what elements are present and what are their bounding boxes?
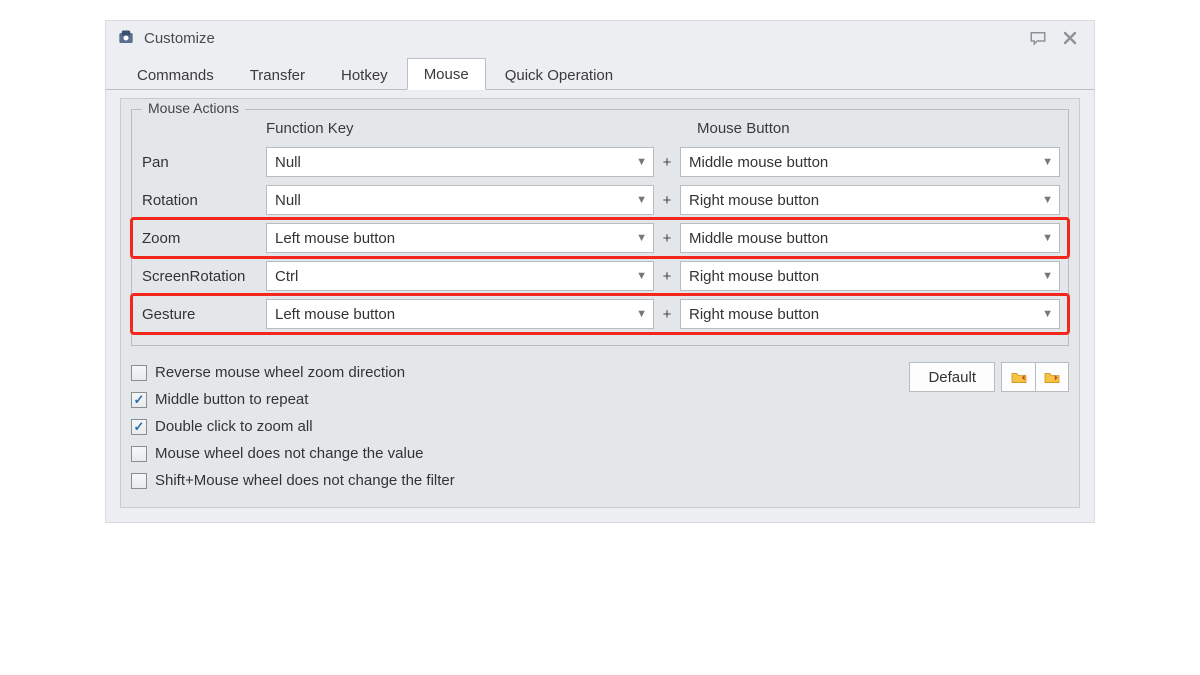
reverse-wheel-label: Reverse mouse wheel zoom direction: [155, 364, 405, 381]
row-pan: Pan Null ▼ + Middle mouse button ▼: [132, 143, 1068, 181]
tab-bar: Commands Transfer Hotkey Mouse Quick Ope…: [106, 53, 1094, 90]
mouse-actions-fieldset: Mouse Actions Function Key Mouse Button …: [131, 109, 1069, 346]
chevron-down-icon: ▼: [1042, 270, 1053, 282]
header-mouse-button: Mouse Button: [691, 120, 1060, 137]
options-list: Reverse mouse wheel zoom direction Defau…: [121, 356, 1079, 507]
pan-mouse-button-select[interactable]: Middle mouse button ▼: [680, 147, 1060, 177]
mouse-panel: Mouse Actions Function Key Mouse Button …: [120, 98, 1080, 508]
plus-label: +: [654, 306, 680, 323]
plus-label: +: [654, 268, 680, 285]
plus-label: +: [654, 192, 680, 209]
folder-export-icon: [1043, 370, 1061, 384]
zoom-function-key-select[interactable]: Left mouse button ▼: [266, 223, 654, 253]
tab-quick-operation[interactable]: Quick Operation: [488, 59, 630, 90]
tab-hotkey[interactable]: Hotkey: [324, 59, 405, 90]
right-buttons: Default: [909, 362, 1069, 392]
export-button[interactable]: [1035, 362, 1069, 392]
double-click-zoom-label: Double click to zoom all: [155, 418, 313, 435]
shift-wheel-no-filter-label: Shift+Mouse wheel does not change the fi…: [155, 472, 455, 489]
chevron-down-icon: ▼: [1042, 232, 1053, 244]
double-click-zoom-checkbox[interactable]: [131, 419, 147, 435]
option-middle-repeat-row: Middle button to repeat: [131, 391, 1069, 408]
pan-function-key-select[interactable]: Null ▼: [266, 147, 654, 177]
folder-import-icon: [1010, 370, 1028, 384]
gesture-function-key-select[interactable]: Left mouse button ▼: [266, 299, 654, 329]
customize-window: Customize Commands Transfer Hotkey Mouse…: [105, 20, 1095, 523]
screenrotation-function-key-select[interactable]: Ctrl ▼: [266, 261, 654, 291]
feedback-button[interactable]: [1024, 27, 1052, 49]
chevron-down-icon: ▼: [636, 194, 647, 206]
row-screenrotation: ScreenRotation Ctrl ▼ + Right mouse butt…: [132, 257, 1068, 295]
row-rotation: Rotation Null ▼ + Right mouse button ▼: [132, 181, 1068, 219]
titlebar: Customize: [106, 21, 1094, 53]
mouse-actions-legend: Mouse Actions: [142, 100, 245, 116]
row-label: Gesture: [138, 306, 266, 323]
row-label: Zoom: [138, 230, 266, 247]
close-button[interactable]: [1056, 27, 1084, 49]
chevron-down-icon: ▼: [1042, 308, 1053, 320]
tab-mouse[interactable]: Mouse: [407, 58, 486, 90]
rotation-mouse-button-select[interactable]: Right mouse button ▼: [680, 185, 1060, 215]
screenrotation-mouse-button-select[interactable]: Right mouse button ▼: [680, 261, 1060, 291]
row-gesture: Gesture Left mouse button ▼ + Right mous…: [132, 295, 1068, 333]
window-title: Customize: [144, 30, 1020, 47]
column-headers: Function Key Mouse Button: [132, 116, 1068, 143]
row-zoom: Zoom Left mouse button ▼ + Middle mouse …: [132, 219, 1068, 257]
row-label: Rotation: [138, 192, 266, 209]
reverse-wheel-checkbox[interactable]: [131, 365, 147, 381]
option-shift-wheel-no-filter-row: Shift+Mouse wheel does not change the fi…: [131, 472, 1069, 489]
plus-label: +: [654, 230, 680, 247]
tab-commands[interactable]: Commands: [120, 59, 231, 90]
gesture-mouse-button-select[interactable]: Right mouse button ▼: [680, 299, 1060, 329]
zoom-mouse-button-select[interactable]: Middle mouse button ▼: [680, 223, 1060, 253]
chevron-down-icon: ▼: [636, 270, 647, 282]
chevron-down-icon: ▼: [1042, 156, 1053, 168]
default-button[interactable]: Default: [909, 362, 995, 392]
wheel-no-value-label: Mouse wheel does not change the value: [155, 445, 424, 462]
shift-wheel-no-filter-checkbox[interactable]: [131, 473, 147, 489]
wheel-no-value-checkbox[interactable]: [131, 446, 147, 462]
chevron-down-icon: ▼: [636, 308, 647, 320]
chevron-down-icon: ▼: [636, 232, 647, 244]
row-label: Pan: [138, 154, 266, 171]
app-icon: [116, 28, 136, 48]
tab-transfer[interactable]: Transfer: [233, 59, 322, 90]
option-reverse-wheel-row: Reverse mouse wheel zoom direction Defau…: [131, 364, 1069, 381]
middle-repeat-label: Middle button to repeat: [155, 391, 308, 408]
option-wheel-no-value-row: Mouse wheel does not change the value: [131, 445, 1069, 462]
plus-label: +: [654, 154, 680, 171]
row-label: ScreenRotation: [138, 268, 266, 285]
import-button[interactable]: [1001, 362, 1035, 392]
chevron-down-icon: ▼: [1042, 194, 1053, 206]
option-double-click-zoom-row: Double click to zoom all: [131, 418, 1069, 435]
header-function-key: Function Key: [260, 120, 665, 137]
rotation-function-key-select[interactable]: Null ▼: [266, 185, 654, 215]
middle-repeat-checkbox[interactable]: [131, 392, 147, 408]
chevron-down-icon: ▼: [636, 156, 647, 168]
